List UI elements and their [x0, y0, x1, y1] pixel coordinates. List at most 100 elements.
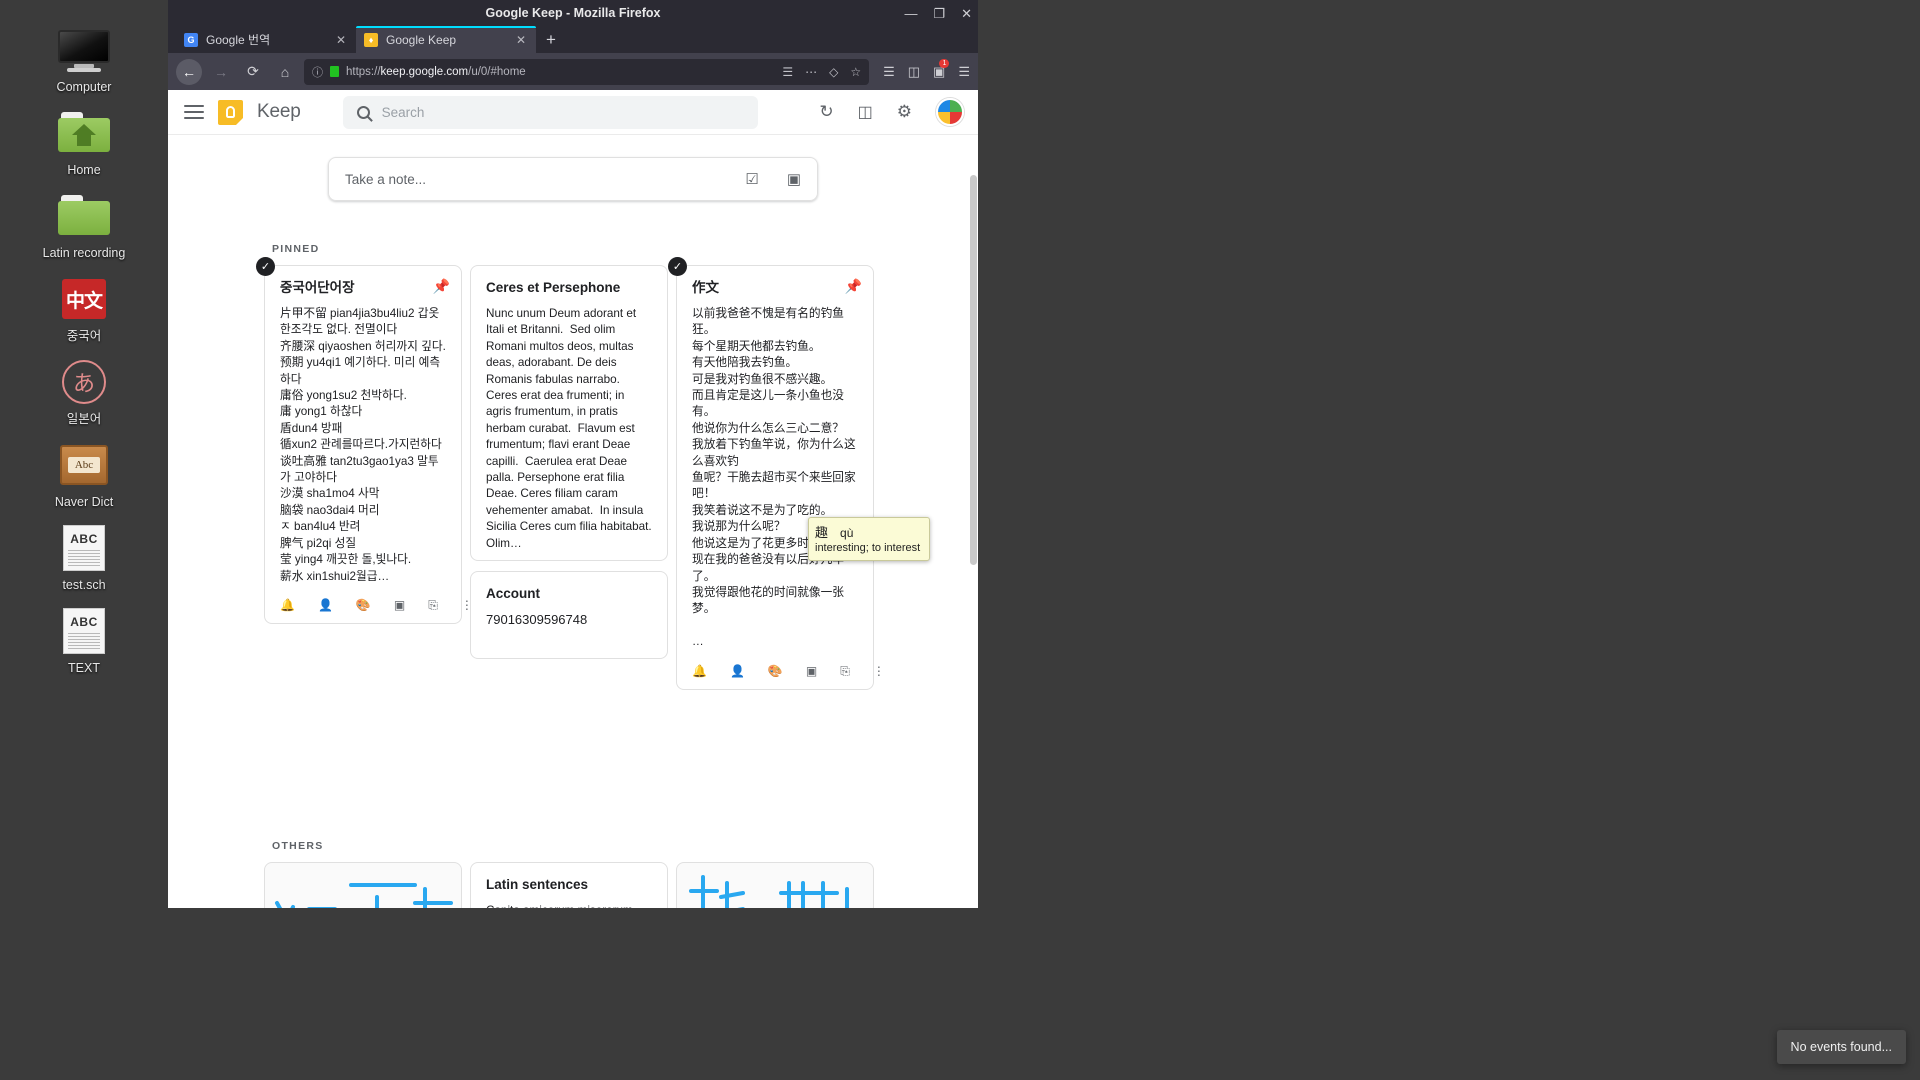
- note-drawing-tantu[interactable]: [264, 861, 462, 908]
- pocket-icon[interactable]: ◇: [829, 65, 838, 79]
- window-titlebar: Google Keep - Mozilla Firefox — ❐ ✕: [168, 0, 978, 26]
- collaborator-icon[interactable]: 👤: [318, 598, 333, 613]
- dictionary-icon: Abc: [0, 441, 168, 489]
- section-label-pinned: PINNED: [272, 243, 320, 255]
- reader-view-icon[interactable]: ☰: [782, 65, 793, 79]
- sidebar-icon[interactable]: ◫: [908, 64, 920, 80]
- list-view-icon[interactable]: ◫: [858, 102, 873, 122]
- url-path: /u/0/#home: [468, 65, 526, 78]
- window-controls: — ❐ ✕: [904, 0, 972, 26]
- note-title: 중국어단어장: [280, 280, 355, 295]
- notification-toast: No events found...: [1776, 1030, 1906, 1064]
- palette-icon[interactable]: 🎨: [356, 598, 371, 613]
- back-button[interactable]: ←: [176, 58, 202, 85]
- note-body: Nunc unum Deum adorant et Itali et Brita…: [486, 307, 659, 550]
- note-chinese-vocab[interactable]: ✓ 📌 중국어단어장 片甲不留 pian4jia3bu4liu2 갑옷 한조각도…: [256, 257, 473, 624]
- refresh-icon[interactable]: ↻: [819, 102, 833, 122]
- note-drawing-chaopiao[interactable]: [676, 861, 874, 908]
- image-icon[interactable]: ▣: [787, 170, 801, 188]
- dictionary-tooltip: 趣 qù interesting; to interest: [808, 517, 930, 561]
- archive-icon[interactable]: ⎘: [840, 664, 850, 679]
- page-scrollbar[interactable]: [969, 135, 978, 908]
- pin-icon[interactable]: 📌: [433, 278, 450, 295]
- forward-button[interactable]: →: [208, 59, 234, 85]
- reload-button[interactable]: ⟳: [240, 59, 266, 85]
- checkbox-icon[interactable]: ☑: [745, 170, 758, 188]
- page-actions-icon[interactable]: ⋯: [805, 65, 817, 79]
- library-icon[interactable]: ☰: [883, 64, 895, 80]
- desktop-icon-naver-dict[interactable]: Abc Naver Dict: [0, 433, 168, 516]
- new-tab-button[interactable]: +: [536, 30, 566, 53]
- note-title: Account: [486, 586, 540, 602]
- minimize-button[interactable]: —: [904, 7, 917, 20]
- take-a-note-box[interactable]: Take a note... ☑ ▣: [328, 157, 818, 201]
- desktop-icon-label: Naver Dict: [54, 495, 114, 509]
- tab-close-icon[interactable]: ✕: [514, 33, 528, 47]
- tooltip-pinyin: qù: [840, 526, 854, 540]
- star-icon[interactable]: ☆: [850, 65, 861, 79]
- desktop-icon-japanese[interactable]: あ 일본어: [0, 350, 168, 433]
- google-keep-app: Keep ↻ ◫ ⚙ Take a note... ☑ ▣: [168, 90, 978, 908]
- archive-icon[interactable]: ⎘: [428, 598, 438, 613]
- more-options-icon[interactable]: ⋮: [873, 664, 885, 679]
- search-box[interactable]: [342, 95, 758, 129]
- firefox-window: Google Keep - Mozilla Firefox — ❐ ✕ G Go…: [168, 0, 978, 908]
- note-zuowen[interactable]: ✓ 📌 作文 以前我爸爸不愧是有名的钓鱼狂。 每个星期天他都去钓鱼。 有天他陪我…: [668, 257, 885, 690]
- note-title: Latin sentences: [486, 876, 589, 892]
- desktop-icon-latin-recording[interactable]: Latin recording: [0, 184, 168, 267]
- pin-icon[interactable]: 📌: [845, 278, 862, 295]
- note-body: 片甲不留 pian4jia3bu4liu2 갑옷 한조각도 없다. 전멸이다 齐…: [280, 307, 446, 583]
- collaborator-icon[interactable]: 👤: [730, 664, 745, 679]
- note-body: Capita amicorum miserorum prope castra T…: [486, 903, 652, 908]
- desktop-icon-home[interactable]: Home: [0, 101, 168, 184]
- maximize-button[interactable]: ❐: [933, 7, 945, 20]
- home-button[interactable]: ⌂: [272, 59, 298, 85]
- note-account[interactable]: Account 79016309596748: [470, 571, 668, 660]
- notes-column: Ceres et Persephone Nunc unum Deum adora…: [470, 265, 668, 660]
- avatar[interactable]: [936, 98, 964, 126]
- extension-badge: 1: [939, 58, 950, 68]
- extension-icon[interactable]: ▣ 1: [933, 58, 950, 80]
- desktop-icon-chinese[interactable]: 中文 중국어: [0, 267, 168, 350]
- tooltip-hanzi: 趣: [815, 525, 829, 540]
- tab-google-keep[interactable]: ♦ Google Keep ✕: [356, 26, 536, 53]
- url-bar[interactable]: ⓘ https://keep.google.com/u/0/#home ☰ ⋯ …: [304, 58, 870, 85]
- hamburger-menu-icon[interactable]: ☰: [958, 64, 970, 80]
- desktop-icon-text[interactable]: ABC TEXT: [0, 599, 168, 682]
- scrollbar-thumb[interactable]: [970, 175, 977, 565]
- note-latin-sentences[interactable]: Latin sentences Capita amicorum miseroru…: [470, 861, 668, 908]
- desktop-icon-label: 중국어: [66, 329, 102, 343]
- search-input[interactable]: [381, 104, 744, 120]
- handwriting-drawing: [689, 874, 849, 908]
- desktop-icon-label: Computer: [56, 80, 112, 94]
- app-name: Keep: [257, 101, 301, 122]
- tab-close-icon[interactable]: ✕: [334, 33, 348, 47]
- desktop-icon-label: Home: [67, 163, 101, 177]
- desktop-icon-test-sch[interactable]: ABC test.sch: [0, 516, 168, 599]
- note-selected-check-icon[interactable]: ✓: [256, 257, 275, 276]
- tooltip-definition: interesting; to interest: [815, 542, 921, 554]
- pinned-notes-grid: ✓ 📌 중국어단어장 片甲不留 pian4jia3bu4liu2 갑옷 한조각도…: [168, 257, 978, 690]
- keep-header: Keep ↻ ◫ ⚙: [168, 90, 978, 135]
- desktop-icon-computer[interactable]: Computer: [0, 18, 168, 101]
- image-icon[interactable]: ▣: [394, 598, 405, 613]
- close-button[interactable]: ✕: [961, 7, 972, 20]
- reminder-bell-icon[interactable]: 🔔: [692, 664, 707, 679]
- text-file-icon: ABC: [0, 607, 168, 655]
- japanese-icon: あ: [0, 358, 168, 406]
- desktop-icon-label: 일본어: [66, 412, 102, 426]
- main-menu-icon[interactable]: [182, 105, 204, 119]
- reminder-bell-icon[interactable]: 🔔: [280, 598, 295, 613]
- tab-label: Google 번역: [206, 33, 271, 47]
- desktop: Computer Home Latin recording 中文 중국어 あ 일…: [0, 0, 1920, 1080]
- note-selected-check-icon[interactable]: ✓: [668, 257, 687, 276]
- home-folder-icon: [0, 109, 168, 157]
- note-body: 79016309596748: [486, 612, 588, 628]
- page-info-icon[interactable]: ⓘ: [312, 64, 323, 80]
- palette-icon[interactable]: 🎨: [768, 664, 783, 679]
- note-ceres-persephone[interactable]: Ceres et Persephone Nunc unum Deum adora…: [470, 265, 668, 562]
- image-icon[interactable]: ▣: [806, 664, 817, 679]
- tab-label: Google Keep: [386, 32, 457, 47]
- gear-icon[interactable]: ⚙: [897, 102, 912, 122]
- tab-google-translate[interactable]: G Google 번역 ✕: [176, 26, 356, 53]
